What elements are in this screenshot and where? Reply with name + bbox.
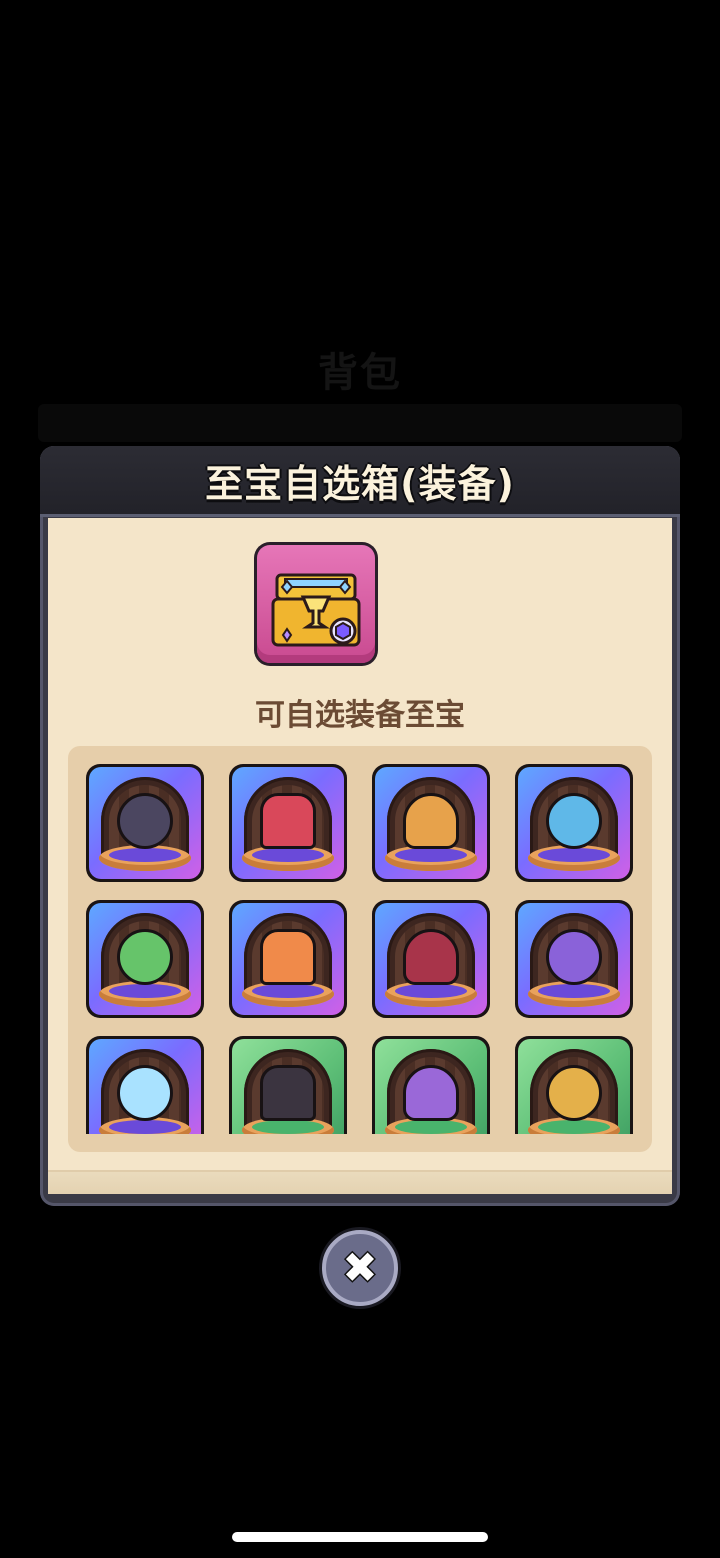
home-indicator bbox=[232, 1532, 488, 1542]
dialog-title: 至宝自选箱(装备) bbox=[205, 461, 515, 506]
equipment-item[interactable] bbox=[229, 1036, 347, 1134]
orange-gem-badge-icon bbox=[256, 925, 320, 989]
parchment-edge bbox=[48, 1170, 672, 1194]
equipment-item[interactable] bbox=[86, 1036, 204, 1134]
bat-wing-chalice-icon bbox=[399, 925, 463, 989]
dialog-header: 至宝自选箱(装备) bbox=[40, 446, 680, 517]
equipment-item[interactable] bbox=[372, 1036, 490, 1134]
ice-crystal-icon bbox=[113, 1061, 177, 1125]
background-strip bbox=[38, 404, 682, 442]
sword-shield-icon bbox=[542, 925, 606, 989]
red-armor-icon bbox=[256, 1061, 320, 1125]
close-button[interactable]: ✖ bbox=[322, 1230, 398, 1306]
equipment-item[interactable] bbox=[86, 900, 204, 1018]
background-title: 背包 bbox=[318, 350, 402, 396]
dark-armor-icon bbox=[113, 789, 177, 853]
equipment-item[interactable] bbox=[515, 1036, 633, 1134]
item-grid[interactable] bbox=[68, 746, 652, 1134]
purple-gem-ring-icon bbox=[542, 1061, 606, 1125]
treasure-chest-tile bbox=[254, 542, 378, 666]
blue-crystal-ring-icon bbox=[542, 789, 606, 853]
purple-cloak-icon bbox=[399, 1061, 463, 1125]
green-gem-ring-icon bbox=[113, 925, 177, 989]
red-cloak-icon bbox=[256, 789, 320, 853]
gold-wing-ring-icon bbox=[399, 789, 463, 853]
equipment-item[interactable] bbox=[372, 900, 490, 1018]
item-grid-panel bbox=[68, 746, 652, 1152]
equipment-item[interactable] bbox=[229, 900, 347, 1018]
equipment-item[interactable] bbox=[86, 764, 204, 882]
dialog-subtitle: 可自选装备至宝 bbox=[255, 698, 465, 733]
equipment-item[interactable] bbox=[515, 900, 633, 1018]
treasure-chest-icon bbox=[271, 573, 361, 647]
equipment-item[interactable] bbox=[229, 764, 347, 882]
equipment-item[interactable] bbox=[515, 764, 633, 882]
equipment-item[interactable] bbox=[372, 764, 490, 882]
close-icon: ✖ bbox=[342, 1243, 378, 1292]
